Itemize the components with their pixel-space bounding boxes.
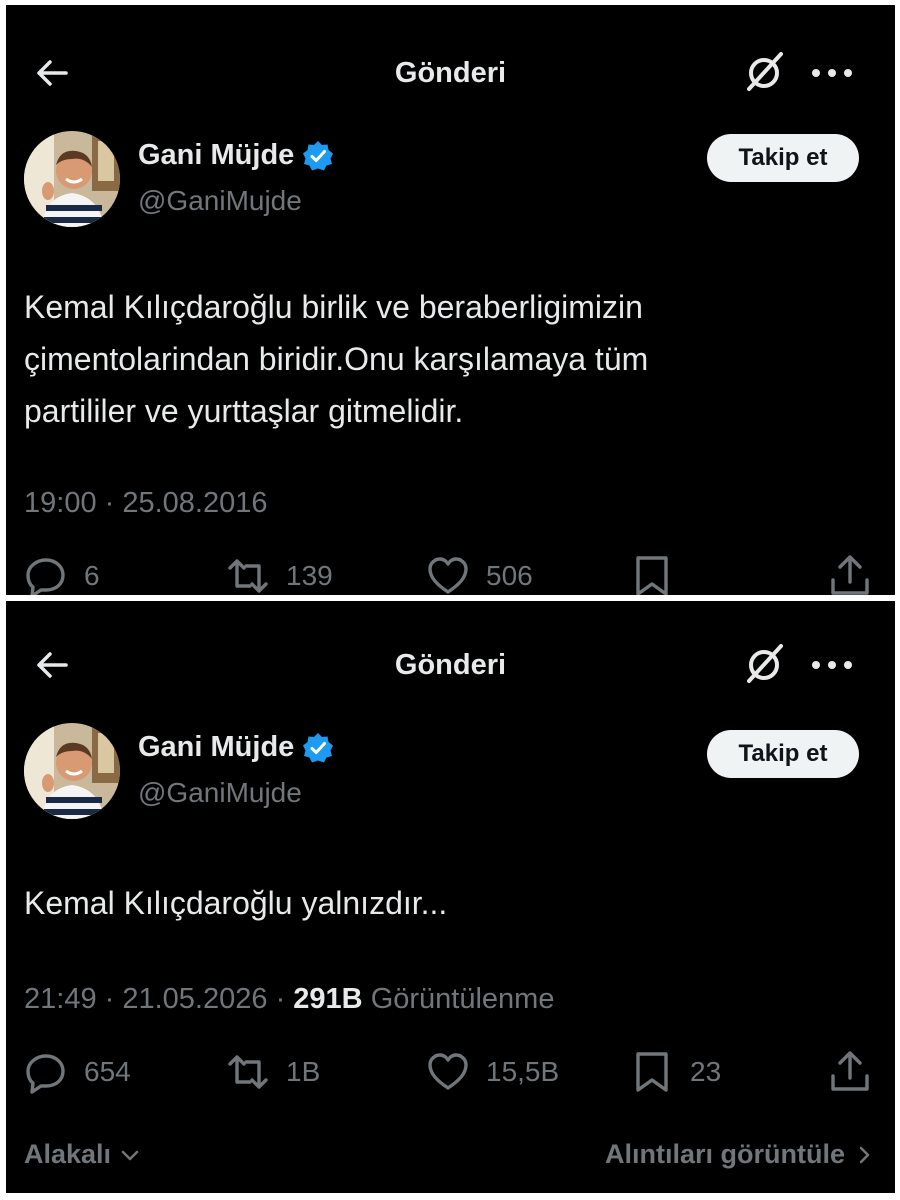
grok-button[interactable] [740, 639, 788, 687]
more-dots-icon [812, 661, 852, 669]
share-button[interactable] [828, 1047, 872, 1097]
repost-button[interactable]: 139 [226, 551, 333, 595]
tweet-date[interactable]: 21.05.2026 [122, 983, 267, 1015]
author-handle[interactable]: @GaniMujde [138, 777, 302, 809]
tweet-timestamp: 21:49 · 21.05.2026 · 291B Görüntülenme [24, 983, 555, 1015]
repost-icon [228, 1055, 268, 1089]
grok-icon [747, 644, 783, 683]
tweet-date[interactable]: 25.08.2016 [122, 487, 267, 519]
reply-button[interactable]: 6 [24, 551, 100, 595]
tweet-time[interactable]: 19:00 [24, 487, 97, 519]
repost-count: 1B [286, 1056, 321, 1087]
footer-bar: Alakalı Alıntıları görüntüle [6, 1139, 895, 1179]
avatar[interactable] [24, 131, 120, 227]
bookmark-count: 23 [690, 1056, 722, 1087]
grok-button[interactable] [740, 47, 788, 95]
reply-icon [26, 558, 65, 595]
share-icon [831, 1051, 869, 1091]
follow-button[interactable]: Takip et [707, 730, 859, 778]
like-count: 506 [486, 560, 533, 591]
bookmark-button[interactable]: 23 [630, 1047, 721, 1097]
heart-icon [428, 1053, 468, 1090]
reply-count: 6 [84, 560, 100, 591]
top-bar: Gönderi [6, 5, 895, 135]
tweet-line: partililer ve yurttaşlar gitmelidir. [24, 393, 464, 429]
repost-count: 139 [286, 560, 333, 591]
like-count: 15,5B [486, 1056, 560, 1087]
author-handle[interactable]: @GaniMujde [138, 185, 302, 217]
follow-button[interactable]: Takip et [707, 134, 859, 182]
view-quotes-link[interactable]: Alıntıları görüntüle [605, 1139, 875, 1170]
tweet-timestamp: 19:00 · 25.08.2016 [24, 487, 268, 519]
repost-button[interactable]: 1B [226, 1047, 320, 1097]
grok-icon [747, 52, 783, 91]
tweet-panel-1: Gönderi Gani Müjde @GaniMujde Takip et K… [6, 5, 895, 595]
views-label: Görüntülenme [370, 983, 555, 1015]
tweet-line: Kemal Kılıçdaroğlu yalnızdır... [24, 885, 448, 921]
verified-badge-icon [303, 732, 334, 762]
tweet-panel-2: Gönderi Gani Müjde @GaniMujde Takip et K… [6, 601, 895, 1193]
view-count: 291B [293, 983, 363, 1015]
like-button[interactable]: 506 [426, 551, 533, 595]
top-bar: Gönderi [6, 601, 895, 731]
related-label: Alakalı [24, 1139, 112, 1169]
chevron-right-icon [859, 1146, 870, 1163]
reply-count: 654 [84, 1056, 131, 1087]
tweet-time[interactable]: 21:49 [24, 983, 97, 1015]
tweet-text: Kemal Kılıçdaroğlu birlik ve beraberligi… [24, 281, 884, 437]
bookmark-button[interactable] [630, 551, 674, 595]
bookmark-icon [636, 1052, 668, 1092]
more-options-button[interactable] [806, 645, 858, 685]
reply-icon [26, 1054, 65, 1094]
author-name[interactable]: Gani Müjde [138, 731, 294, 764]
like-button[interactable]: 15,5B [426, 1047, 559, 1097]
action-bar: 654 1B 15,5B 23 [6, 1047, 895, 1097]
tweet-line: çimentolarindan biridir.Onu karşılamaya … [24, 341, 649, 377]
view-quotes-label: Alıntıları görüntüle [605, 1139, 845, 1169]
chevron-down-icon [121, 1150, 139, 1160]
heart-icon [428, 557, 468, 594]
avatar[interactable] [24, 723, 120, 819]
verified-badge-icon [303, 140, 334, 170]
author-name[interactable]: Gani Müjde [138, 139, 294, 172]
tweet-line: Kemal Kılıçdaroğlu birlik ve beraberligi… [24, 289, 643, 325]
tweet-text: Kemal Kılıçdaroğlu yalnızdır... [24, 877, 884, 929]
share-icon [831, 555, 869, 595]
repost-icon [228, 559, 268, 593]
more-dots-icon [812, 69, 852, 77]
more-options-button[interactable] [806, 53, 858, 93]
reply-button[interactable]: 654 [24, 1047, 131, 1097]
related-sort-button[interactable]: Alakalı [24, 1139, 141, 1170]
bookmark-icon [636, 556, 668, 595]
action-bar: 6 139 506 [6, 551, 895, 595]
share-button[interactable] [828, 551, 872, 595]
